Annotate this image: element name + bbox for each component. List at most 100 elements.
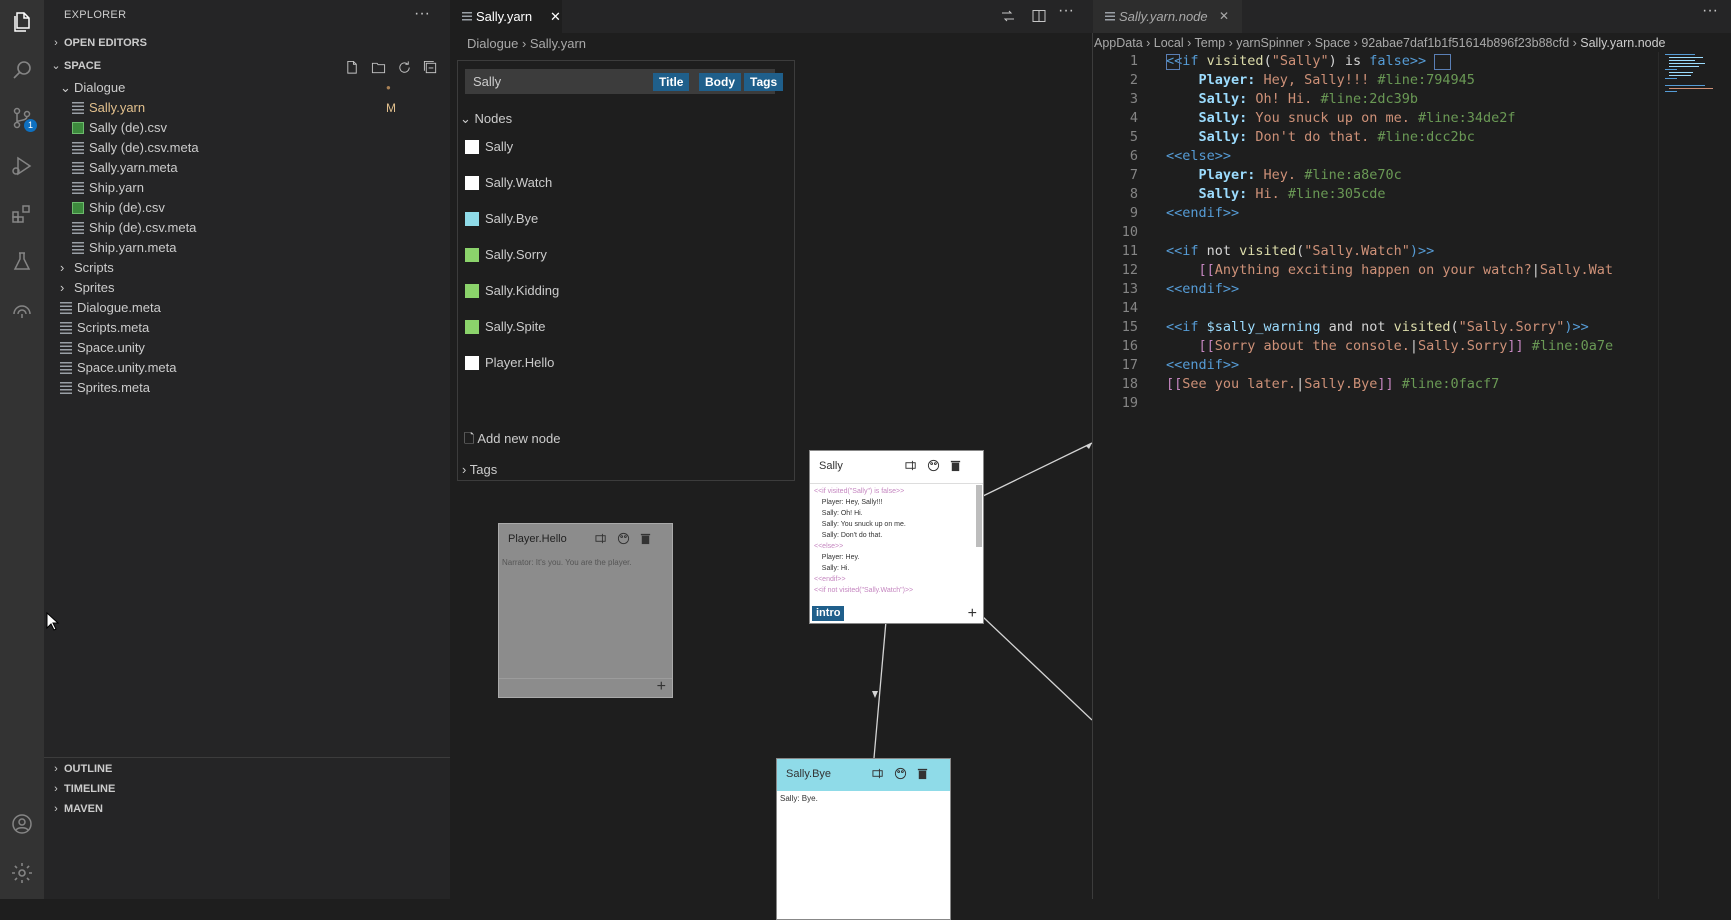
- filter-title-button[interactable]: Title: [653, 73, 690, 91]
- editor-more-icon[interactable]: ···: [1702, 2, 1718, 20]
- graph-node-sally-bye[interactable]: Sally.Bye Sally: Bye.: [776, 758, 951, 920]
- close-tab-icon[interactable]: ✕: [550, 0, 561, 33]
- code-line: <<if visited("Sally") is false>>: [1166, 52, 1636, 71]
- color-palette-icon[interactable]: [927, 459, 940, 472]
- node-list-item[interactable]: Sally.Spite: [465, 317, 545, 337]
- code-token: Sally.Sorry: [1418, 338, 1508, 354]
- tree-item[interactable]: Dialogue.meta: [44, 297, 450, 319]
- breadcrumb-item[interactable]: yarnSpinner: [1236, 36, 1303, 50]
- testing-icon[interactable]: [0, 240, 44, 284]
- node-list-item[interactable]: Player.Hello: [465, 353, 554, 373]
- tree-item[interactable]: Sprites.meta: [44, 377, 450, 399]
- timeline-section[interactable]: › TIMELINE: [44, 778, 450, 800]
- breadcrumb-item[interactable]: AppData: [1094, 36, 1143, 50]
- node-body: <<if visited("Sally") is false>> Player:…: [814, 486, 971, 601]
- close-tab-icon[interactable]: ✕: [1219, 0, 1229, 33]
- node-actions: [872, 767, 929, 780]
- tree-item[interactable]: Ship (de).csv: [44, 197, 450, 219]
- color-palette-icon[interactable]: [894, 767, 907, 780]
- minimap[interactable]: [1658, 52, 1731, 899]
- search-icon[interactable]: [0, 48, 44, 92]
- breadcrumb-item[interactable]: Sally.yarn.node: [1580, 36, 1665, 50]
- tree-item[interactable]: › Scripts: [44, 257, 450, 279]
- tree-item[interactable]: Space.unity: [44, 337, 450, 359]
- new-folder-icon[interactable]: [368, 58, 388, 76]
- source-control-icon[interactable]: 1: [0, 96, 44, 140]
- node-list-item[interactable]: Sally.Sorry: [465, 245, 547, 265]
- node-list-item[interactable]: Sally.Watch: [465, 173, 552, 193]
- node-list-label: Sally.Watch: [485, 175, 553, 190]
- graph-node-sally[interactable]: Sally <<if visited("Sally") is false>> P…: [809, 450, 984, 624]
- editor-tabbar: Sally.yarn.node ✕ ···: [1092, 0, 1731, 33]
- remote-explorer-icon[interactable]: [0, 288, 44, 332]
- add-tag-plus-icon[interactable]: +: [968, 605, 977, 623]
- code-token: >>: [1222, 357, 1240, 373]
- node-actions: [595, 532, 652, 545]
- rename-icon[interactable]: [595, 532, 608, 545]
- nodes-header[interactable]: ⌄ Nodes: [460, 111, 512, 127]
- node-tag-intro[interactable]: intro: [812, 606, 845, 621]
- code-token: |: [1409, 338, 1418, 354]
- editor-more-icon[interactable]: ···: [1058, 2, 1074, 20]
- explorer-title: EXPLORER: [64, 9, 127, 21]
- code-token: )>>: [1409, 243, 1435, 259]
- tree-item[interactable]: Ship.yarn.meta: [44, 237, 450, 259]
- graph-node-player-hello[interactable]: Player.Hello Narrator: It's you. You are…: [498, 523, 673, 698]
- settings-gear-icon[interactable]: [0, 851, 44, 895]
- tree-item[interactable]: Sally.yarn M: [44, 97, 450, 119]
- text-file-icon: [60, 322, 72, 334]
- accounts-icon[interactable]: [0, 802, 44, 846]
- split-editor-icon[interactable]: [1031, 8, 1047, 24]
- node-body-line: Sally: Don't do that.: [814, 532, 883, 539]
- tab-sally-yarn[interactable]: Sally.yarn ✕: [450, 0, 562, 33]
- tree-item[interactable]: › Sprites: [44, 277, 450, 299]
- refresh-icon[interactable]: [394, 58, 414, 76]
- maven-section[interactable]: › MAVEN: [44, 798, 450, 820]
- line-number: 4: [1129, 110, 1138, 126]
- outline-section[interactable]: › OUTLINE: [44, 758, 450, 780]
- code-token: visited: [1239, 243, 1297, 259]
- node-search-input[interactable]: Sally Title Body Tags: [465, 69, 784, 94]
- tags-header[interactable]: › Tags: [462, 462, 497, 477]
- tree-item[interactable]: Ship.yarn: [44, 177, 450, 199]
- breadcrumb-item[interactable]: Local: [1154, 36, 1184, 50]
- code-content[interactable]: <<if visited("Sally") is false>> Player:…: [1166, 52, 1636, 413]
- delete-trash-icon[interactable]: [639, 532, 652, 545]
- tree-item[interactable]: ⌄ Dialogue ●: [44, 77, 450, 99]
- breadcrumb-item[interactable]: Dialogue: [467, 36, 518, 51]
- extensions-icon[interactable]: [0, 192, 44, 236]
- node-list-item[interactable]: Sally: [465, 137, 513, 157]
- tab-sally-yarn-node[interactable]: Sally.yarn.node ✕: [1093, 0, 1242, 33]
- add-tag-plus-icon[interactable]: +: [657, 678, 666, 696]
- delete-trash-icon[interactable]: [916, 767, 929, 780]
- collapse-all-icon[interactable]: [420, 58, 440, 76]
- tree-item[interactable]: Scripts.meta: [44, 317, 450, 339]
- space-section[interactable]: ⌄ SPACE: [44, 55, 450, 77]
- tree-item[interactable]: Sally (de).csv: [44, 117, 450, 139]
- filter-tags-button[interactable]: Tags: [744, 73, 784, 91]
- tree-item[interactable]: Space.unity.meta: [44, 357, 450, 379]
- node-list-item[interactable]: Sally.Kidding: [465, 281, 559, 301]
- breadcrumb-item[interactable]: Temp: [1195, 36, 1226, 50]
- breadcrumb-item[interactable]: 92abae7daf1b1f51614b896f23b88cfd: [1361, 36, 1569, 50]
- node-color-swatch: [465, 176, 479, 190]
- color-palette-icon[interactable]: [617, 532, 630, 545]
- breadcrumb-item[interactable]: Space: [1315, 36, 1350, 50]
- rename-icon[interactable]: [905, 459, 918, 472]
- rename-icon[interactable]: [872, 767, 885, 780]
- tree-item[interactable]: Sally (de).csv.meta: [44, 137, 450, 159]
- explorer-icon[interactable]: [0, 0, 44, 44]
- breadcrumb-item[interactable]: Sally.yarn: [530, 36, 586, 51]
- filter-body-button[interactable]: Body: [699, 73, 741, 91]
- tree-item[interactable]: Sally.yarn.meta: [44, 157, 450, 179]
- open-changes-icon[interactable]: [1000, 8, 1016, 24]
- node-list-item[interactable]: Sally.Bye: [465, 209, 538, 229]
- node-scrollbar[interactable]: [976, 485, 982, 547]
- run-debug-icon[interactable]: [0, 144, 44, 188]
- delete-trash-icon[interactable]: [949, 459, 962, 472]
- more-actions-icon[interactable]: ···: [414, 5, 430, 23]
- open-editors-section[interactable]: › OPEN EDITORS: [44, 32, 450, 54]
- tree-item[interactable]: Ship (de).csv.meta: [44, 217, 450, 239]
- new-file-icon[interactable]: [342, 58, 362, 76]
- add-node-button[interactable]: 🗋 Add new node: [464, 430, 560, 452]
